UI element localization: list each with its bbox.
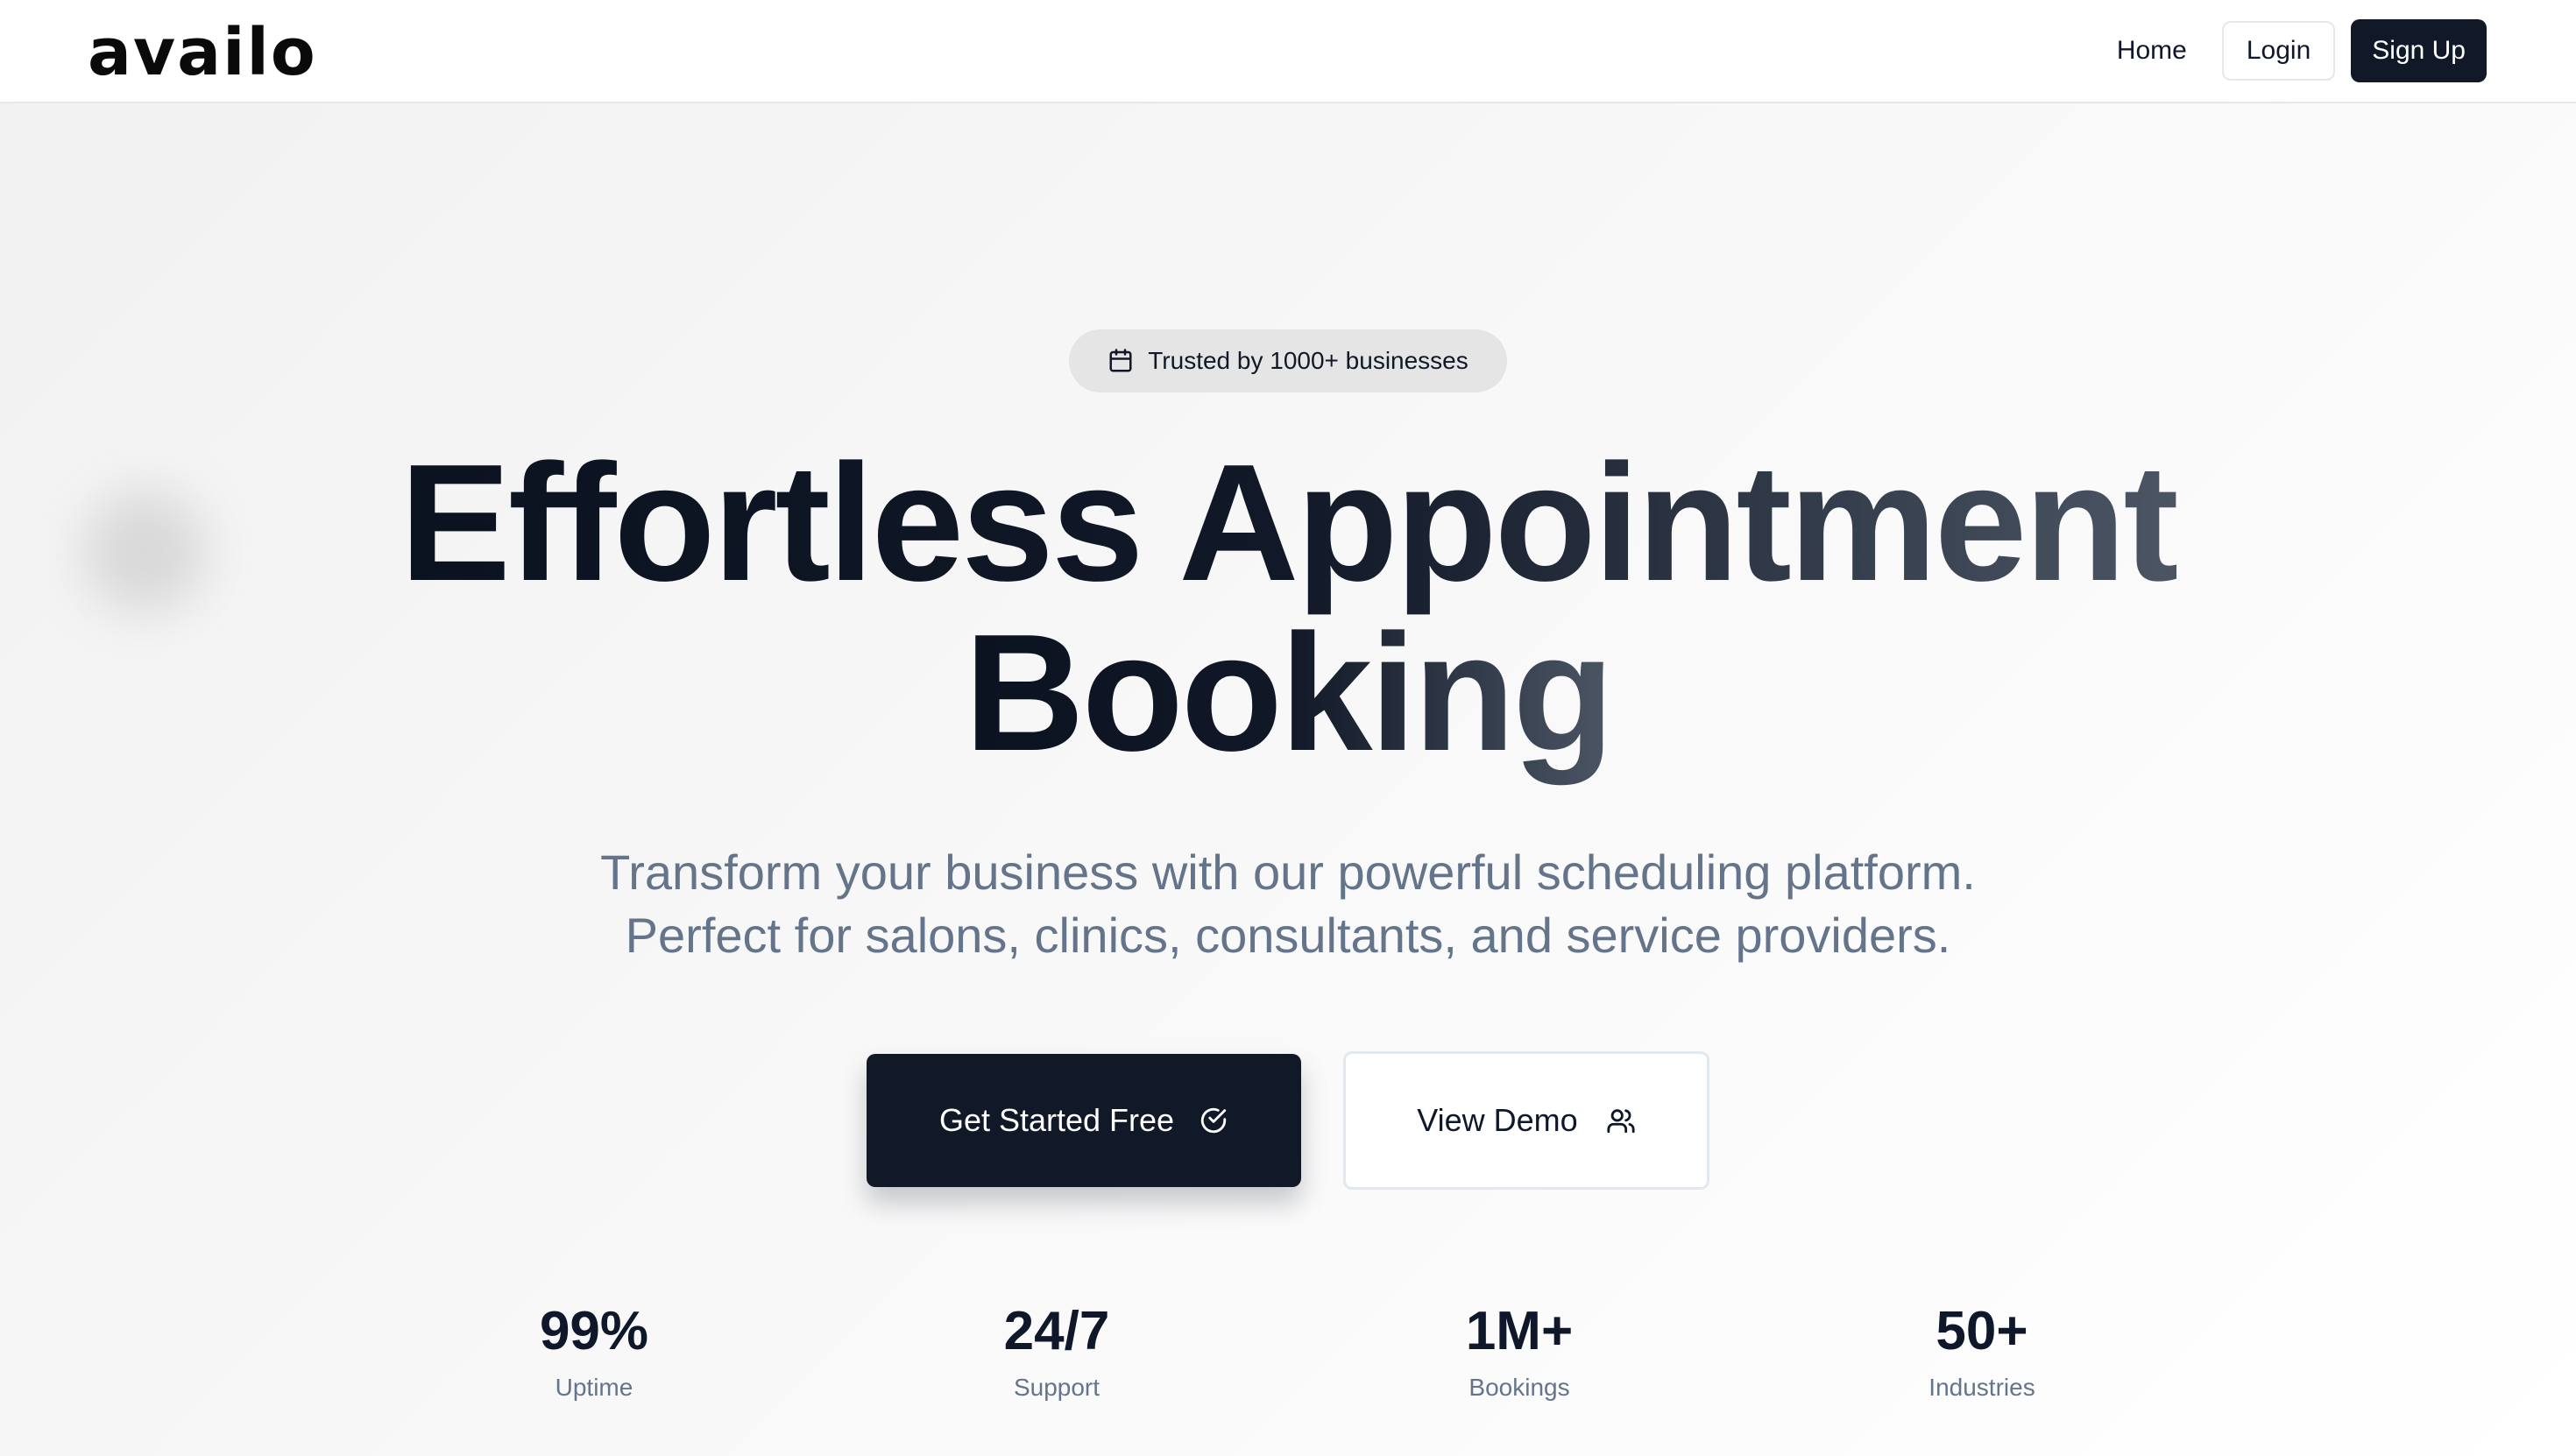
stats-row: 99% Uptime 24/7 Support 1M+ Bookings 50+…: [0, 1297, 2576, 1419]
view-demo-label: View Demo: [1417, 1102, 1578, 1138]
check-circle-icon: [1199, 1106, 1228, 1135]
stat-industries: 50+ Industries: [1851, 1297, 2113, 1405]
logo[interactable]: availo: [88, 9, 317, 96]
hero-subtitle-line2: Perfect for salons, clinics, consultants…: [625, 908, 1951, 963]
users-icon: [1606, 1106, 1636, 1135]
stat-value: 24/7: [1003, 1301, 1110, 1361]
get-started-label: Get Started Free: [938, 1102, 1175, 1138]
hero-subtitle-line1: Transform your business with our powerfu…: [600, 845, 1976, 900]
hero-headline: Effortless Appointment Booking: [0, 438, 2576, 778]
hero-subtitle: Transform your business with our powerfu…: [0, 841, 2576, 967]
calendar-icon: [1108, 348, 1134, 374]
nav-menu: Home Login Sign Up: [2117, 19, 2487, 82]
stat-support: 24/7 Support: [925, 1297, 1188, 1405]
top-navbar: availo Home Login Sign Up: [0, 0, 2576, 103]
stat-value: 50+: [1936, 1301, 2028, 1361]
trust-badge: Trusted by 1000+ businesses: [1069, 329, 1507, 392]
stat-uptime: 99% Uptime: [463, 1297, 725, 1405]
stat-bookings: 1M+ Bookings: [1388, 1297, 1651, 1405]
hero-headline-line2: Booking: [964, 600, 1615, 786]
trust-badge-text: Trusted by 1000+ businesses: [1148, 347, 1468, 374]
stat-label: Support: [1013, 1374, 1100, 1401]
login-button[interactable]: Login: [2221, 21, 2336, 81]
hero-headline-line1: Effortless Appointment: [400, 430, 2179, 616]
stat-label: Uptime: [555, 1374, 633, 1401]
signup-button[interactable]: Sign Up: [2351, 19, 2487, 82]
stat-value: 1M+: [1465, 1301, 1574, 1361]
view-demo-button[interactable]: View Demo: [1343, 1051, 1709, 1190]
stat-label: Industries: [1928, 1374, 2035, 1401]
nav-home-link[interactable]: Home: [2117, 36, 2187, 66]
stat-label: Bookings: [1468, 1374, 1570, 1401]
stat-value: 99%: [539, 1301, 649, 1361]
get-started-button[interactable]: Get Started Free: [867, 1054, 1301, 1187]
